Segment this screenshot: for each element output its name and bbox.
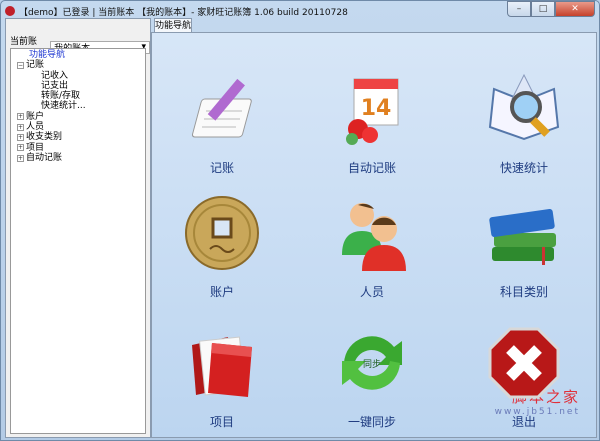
- main-area: 功能导航 脚本之家 www.jb51.net 记账 14 自动记账 快速统计 账户 人员科…: [151, 18, 597, 438]
- expand-icon[interactable]: +: [17, 134, 24, 142]
- tree-item-label: 收支类别: [26, 132, 63, 143]
- folder-icon: [182, 323, 262, 403]
- window-controls: – □ ✕: [507, 1, 595, 17]
- tile-label: 自动记账: [347, 161, 396, 175]
- tree-item[interactable]: − 记账: [11, 60, 145, 70]
- expand-icon[interactable]: +: [17, 154, 24, 162]
- close-button[interactable]: ✕: [555, 1, 595, 17]
- books-icon: [484, 193, 564, 273]
- nav-tree: 功能导航 − 记账 记收入 记支出 转账/存取 快速统计... + 账户 + 人员 + 收支类别 + 项目 +…: [10, 48, 146, 434]
- tab-function-nav[interactable]: 功能导航: [154, 18, 192, 33]
- tile-users[interactable]: 人员: [302, 193, 442, 300]
- function-grid: 脚本之家 www.jb51.net 记账 14 自动记账 快速统计 账户 人员 科目类别 项目…: [151, 32, 597, 438]
- expand-icon[interactable]: +: [17, 144, 24, 152]
- tile-label: 退出: [511, 415, 536, 429]
- exit-icon: [484, 323, 564, 403]
- tree-item-label: 账户: [26, 111, 45, 122]
- tile-label: 科目类别: [499, 285, 548, 299]
- collapse-icon[interactable]: −: [17, 61, 24, 69]
- magnifier-book-icon: [484, 69, 564, 149]
- tile-label: 一键同步: [347, 415, 396, 429]
- sidebar: 当前账本: 我的账本 ▾ 功能导航−记账记收入记支出转账/存取快速统计...+账…: [5, 18, 151, 438]
- tile-label: 记账: [209, 161, 234, 175]
- tree-item[interactable]: + 账户: [11, 112, 145, 122]
- maximize-button[interactable]: □: [531, 1, 555, 17]
- tree-item-label: 记收入: [41, 70, 69, 81]
- tree-item[interactable]: 转账/存取: [11, 91, 145, 101]
- window-title: 【demo】已登录 | 当前账本 【我的账本】- 家财旺记账簿 1.06 bui…: [19, 7, 348, 18]
- tile-sync[interactable]: 同步 一键同步: [302, 323, 442, 430]
- tree-item-label: 转账/存取: [41, 91, 81, 102]
- tree-item-label: 功能导航: [29, 50, 66, 60]
- tile-notepad-pencil[interactable]: 记账: [152, 69, 292, 176]
- app-icon: [5, 6, 15, 16]
- tree-item-label: 项目: [26, 142, 45, 153]
- tile-magnifier-book[interactable]: 快速统计: [454, 69, 594, 176]
- tree-item[interactable]: + 收支类别: [11, 132, 145, 142]
- title-bar: 【demo】已登录 | 当前账本 【我的账本】- 家财旺记账簿 1.06 bui…: [5, 3, 348, 19]
- tree-item-label: 记支出: [41, 80, 69, 91]
- tile-coin[interactable]: 账户: [152, 193, 292, 300]
- tile-folder[interactable]: 项目: [152, 323, 292, 430]
- expand-icon[interactable]: +: [17, 113, 24, 121]
- svg-text:同步: 同步: [363, 359, 381, 370]
- expand-icon[interactable]: +: [17, 123, 24, 131]
- tree-item[interactable]: 记收入: [11, 71, 145, 81]
- tile-calendar[interactable]: 14 自动记账: [302, 69, 442, 176]
- calendar-icon: 14: [332, 69, 412, 149]
- tree-item[interactable]: 记支出: [11, 81, 145, 91]
- minimize-button[interactable]: –: [507, 1, 531, 17]
- tree-item-label: 记账: [26, 60, 45, 71]
- notepad-pencil-icon: [182, 69, 262, 149]
- tree-item[interactable]: 功能导航: [11, 50, 145, 60]
- svg-text:14: 14: [361, 96, 392, 121]
- tile-label: 快速统计: [499, 161, 548, 175]
- tree-item-label: 人员: [26, 122, 45, 133]
- tile-label: 项目: [209, 415, 234, 429]
- tree-item-label: 自动记账: [26, 152, 63, 163]
- tree-item-label: 快速统计...: [41, 101, 86, 112]
- tree-item[interactable]: + 项目: [11, 143, 145, 153]
- sync-icon: 同步: [332, 323, 412, 403]
- tile-books[interactable]: 科目类别: [454, 193, 594, 300]
- tile-exit[interactable]: 退出: [454, 323, 594, 430]
- coin-icon: [182, 193, 262, 273]
- users-icon: [332, 193, 412, 273]
- tree-item[interactable]: 快速统计...: [11, 101, 145, 111]
- tree-item[interactable]: + 人员: [11, 122, 145, 132]
- tree-item[interactable]: + 自动记账: [11, 153, 145, 163]
- tile-label: 账户: [209, 285, 234, 299]
- app-window: 【demo】已登录 | 当前账本 【我的账本】- 家财旺记账簿 1.06 bui…: [0, 0, 600, 441]
- tile-label: 人员: [359, 285, 384, 299]
